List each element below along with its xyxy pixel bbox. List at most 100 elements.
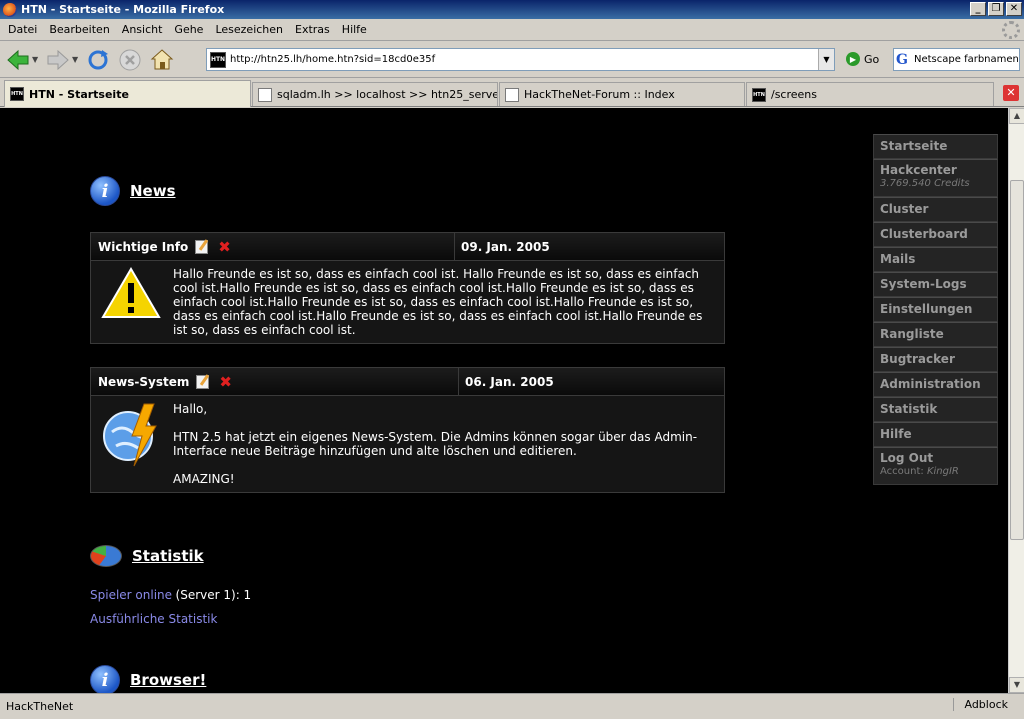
logout-label: Log Out bbox=[880, 451, 934, 465]
maximize-button[interactable]: ❐ bbox=[988, 2, 1004, 16]
menu-rangliste[interactable]: Rangliste bbox=[873, 322, 998, 347]
edit-icon[interactable] bbox=[195, 239, 209, 254]
menu-clusterboard[interactable]: Clusterboard bbox=[873, 222, 998, 247]
statistik-heading: Statistik bbox=[90, 545, 204, 567]
home-icon bbox=[150, 48, 174, 69]
scroll-down-button[interactable]: ▼ bbox=[1009, 677, 1024, 693]
menu-gehe[interactable]: Gehe bbox=[168, 23, 209, 36]
address-bar[interactable]: HTN http://htn25.lh/home.htn?sid=18cd0e3… bbox=[206, 48, 835, 71]
browser-heading: i Browser! bbox=[90, 665, 206, 693]
forward-arrow-icon bbox=[47, 49, 69, 70]
menu-statistik[interactable]: Statistik bbox=[873, 397, 998, 422]
reload-icon bbox=[88, 49, 108, 69]
news-heading-link[interactable]: News bbox=[130, 182, 176, 200]
news-title: News-System bbox=[98, 374, 190, 389]
back-history-dropdown[interactable]: ▼ bbox=[32, 55, 40, 64]
stop-button[interactable] bbox=[116, 46, 144, 74]
google-icon[interactable]: G bbox=[896, 52, 912, 68]
back-arrow-icon bbox=[7, 49, 29, 70]
forward-button[interactable] bbox=[44, 46, 72, 74]
menu-extras[interactable]: Extras bbox=[289, 23, 336, 36]
delete-icon[interactable]: ✖ bbox=[218, 238, 231, 256]
menu-hackcenter[interactable]: Hackcenter 3.769.540 Credits bbox=[873, 159, 998, 197]
credits-value: 3.769.540 Credits bbox=[880, 178, 970, 189]
back-button[interactable] bbox=[4, 46, 32, 74]
globe-lightning-icon bbox=[99, 402, 163, 486]
delete-icon[interactable]: ✖ bbox=[219, 373, 232, 391]
go-arrow-icon: ▶ bbox=[846, 52, 860, 66]
menu-system-logs[interactable]: System-Logs bbox=[873, 272, 998, 297]
menu-hilfe-side[interactable]: Hilfe bbox=[873, 422, 998, 447]
url-dropdown-button[interactable]: ▼ bbox=[818, 49, 834, 70]
hackcenter-label: Hackcenter bbox=[880, 163, 957, 177]
go-label: Go bbox=[864, 52, 880, 66]
menu-cluster[interactable]: Cluster bbox=[873, 197, 998, 222]
close-window-button[interactable]: ✕ bbox=[1006, 2, 1022, 16]
tab-forum[interactable]: HackTheNet-Forum :: Index bbox=[499, 82, 745, 106]
tab-label: /screens bbox=[771, 88, 818, 101]
vertical-scrollbar[interactable]: ▲ ▼ bbox=[1008, 108, 1024, 693]
credits-display: 3.769.540 Credits bbox=[880, 178, 991, 189]
minimize-button[interactable]: _ bbox=[970, 2, 986, 16]
menu-bearbeiten[interactable]: Bearbeiten bbox=[43, 23, 115, 36]
tab-htn-startseite[interactable]: HTN HTN - Startseite bbox=[4, 80, 251, 107]
menu-mails[interactable]: Mails bbox=[873, 247, 998, 272]
tab-label: sqladm.lh >> localhost >> htn25_server1.… bbox=[277, 88, 498, 101]
home-button[interactable] bbox=[148, 46, 176, 74]
account-name: KingIR bbox=[926, 466, 959, 477]
players-online-line: Spieler online (Server 1): 1 bbox=[90, 588, 251, 602]
go-button[interactable]: ▶ Go bbox=[846, 52, 879, 66]
news-item-header: News-System ✖ 06. Jan. 2005 bbox=[91, 368, 724, 396]
tab-bar: HTN HTN - Startseite sqladm.lh >> localh… bbox=[0, 79, 1024, 107]
menu-lesezeichen[interactable]: Lesezeichen bbox=[209, 23, 289, 36]
news-title: Wichtige Info bbox=[98, 239, 189, 254]
menu-bar: Datei Bearbeiten Ansicht Gehe Lesezeiche… bbox=[0, 19, 1024, 41]
news-date: 06. Jan. 2005 bbox=[465, 374, 554, 389]
browser-heading-link[interactable]: Browser! bbox=[130, 671, 206, 689]
close-tab-button[interactable]: ✕ bbox=[1003, 85, 1019, 101]
account-display: Account: KingIR bbox=[880, 466, 991, 477]
menu-bugtracker[interactable]: Bugtracker bbox=[873, 347, 998, 372]
navigation-toolbar: ▼ ▼ HTN http://htn25.lh/home.htn?sid=18c… bbox=[0, 42, 1024, 78]
stop-icon bbox=[119, 49, 141, 70]
news-title-cell: Wichtige Info ✖ bbox=[91, 233, 455, 260]
window-titlebar: HTN - Startseite - Mozilla Firefox _ ❐ ✕ bbox=[0, 0, 1024, 19]
scroll-up-button[interactable]: ▲ bbox=[1009, 108, 1024, 124]
news-heading: i News bbox=[90, 176, 176, 206]
adblock-button[interactable]: Adblock bbox=[953, 698, 1008, 711]
menu-datei[interactable]: Datei bbox=[2, 23, 43, 36]
tab-sqladm[interactable]: sqladm.lh >> localhost >> htn25_server1.… bbox=[252, 82, 498, 106]
status-text: HackTheNet bbox=[6, 700, 74, 713]
reload-button[interactable] bbox=[84, 46, 112, 74]
news-body: Hallo Freunde es ist so, dass es einfach… bbox=[91, 261, 724, 343]
info-icon: i bbox=[90, 665, 120, 693]
players-online-link[interactable]: Spieler online bbox=[90, 588, 172, 602]
news-title-cell: News-System ✖ bbox=[91, 368, 459, 395]
detailed-stats-link[interactable]: Ausführliche Statistik bbox=[90, 612, 217, 626]
menu-startseite[interactable]: Startseite bbox=[873, 134, 998, 159]
tab-screens[interactable]: HTN /screens bbox=[746, 82, 994, 106]
menu-einstellungen[interactable]: Einstellungen bbox=[873, 297, 998, 322]
warning-icon bbox=[99, 267, 163, 337]
players-online-count: (Server 1): 1 bbox=[175, 588, 252, 602]
statistik-heading-link[interactable]: Statistik bbox=[132, 547, 204, 565]
search-input[interactable] bbox=[914, 54, 1019, 65]
edit-icon[interactable] bbox=[196, 374, 210, 389]
forward-history-dropdown[interactable]: ▼ bbox=[72, 55, 80, 64]
window-title: HTN - Startseite - Mozilla Firefox bbox=[21, 3, 225, 16]
site-favicon: HTN bbox=[210, 51, 226, 68]
search-box[interactable]: G bbox=[893, 48, 1020, 71]
account-label: Account: bbox=[880, 466, 924, 477]
menu-administration[interactable]: Administration bbox=[873, 372, 998, 397]
tab-label: HTN - Startseite bbox=[29, 87, 129, 101]
info-icon: i bbox=[90, 176, 120, 206]
url-text[interactable]: http://htn25.lh/home.htn?sid=18cd0e35f bbox=[230, 54, 818, 65]
htn-favicon: HTN bbox=[752, 87, 766, 102]
menu-ansicht[interactable]: Ansicht bbox=[116, 23, 169, 36]
menu-logout[interactable]: Log Out Account: KingIR bbox=[873, 447, 998, 485]
detailed-stats-line: Ausführliche Statistik bbox=[90, 612, 217, 626]
scroll-thumb[interactable] bbox=[1010, 180, 1024, 540]
news-item: Wichtige Info ✖ 09. Jan. 2005 Hallo Freu… bbox=[90, 232, 725, 344]
menu-hilfe[interactable]: Hilfe bbox=[336, 23, 373, 36]
news-date: 09. Jan. 2005 bbox=[461, 239, 550, 254]
